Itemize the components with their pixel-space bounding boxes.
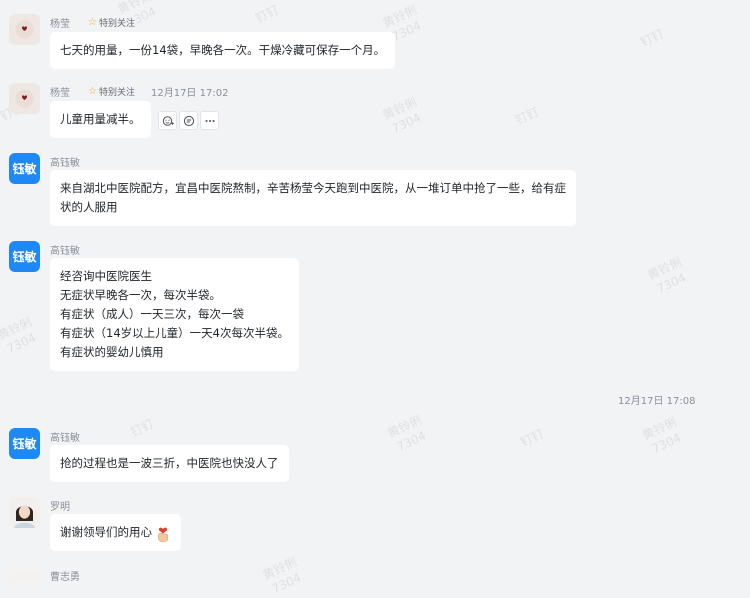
special-follow-tag: ☆ 特别关注 (88, 16, 135, 29)
add-reaction-icon[interactable] (158, 111, 177, 130)
sender-name[interactable]: 高钰敏 (50, 154, 80, 169)
message-text-line: 经咨询中医院医生 (60, 269, 152, 283)
watermark: 黄铃俐 7304 (645, 254, 689, 297)
more-icon[interactable] (200, 111, 219, 130)
avatar[interactable]: 钰敏 (9, 428, 40, 459)
avatar-text: 钰敏 (12, 162, 37, 176)
message-bubble[interactable]: 来自湖北中医院配方，宜昌中医院熬制，辛苦杨莹今天跑到中医院，从一堆订单中抢了一些… (50, 170, 576, 226)
special-follow-tag: ☆ 特别关注 (88, 85, 135, 98)
avatar[interactable] (9, 83, 40, 114)
avatar[interactable]: 钰敏 (9, 153, 40, 184)
message-text-line: 无症状早晚各一次，每次半袋。 (60, 288, 221, 302)
message-text: 谢谢领导们的用心 (60, 525, 152, 539)
message-bubble[interactable]: 儿童用量减半。 (50, 101, 151, 138)
watermark: 钉钉 (253, 2, 281, 26)
star-icon: ☆ (88, 16, 97, 28)
message-text: 抢的过程也是一波三折，中医院也快没人了 (60, 456, 279, 470)
sender-name[interactable]: 高钰敏 (50, 429, 80, 444)
heart-hand-emoji-icon (155, 524, 171, 542)
message-text: 七天的用量，一份14袋，早晚各一次。干燥冷藏可保存一个月。 (60, 43, 386, 57)
message-bubble[interactable]: 谢谢领导们的用心 (50, 514, 181, 551)
message-bubble[interactable]: 七天的用量，一份14袋，早晚各一次。干燥冷藏可保存一个月。 (50, 32, 396, 69)
watermark: 钉钉 (513, 104, 541, 128)
watermark: 黄铃俐 7304 (0, 314, 39, 357)
time-separator: 12月17日 17:08 (618, 396, 696, 407)
sender-row: 罗明 (50, 497, 70, 513)
watermark: 黄铃俐 7304 (260, 554, 304, 597)
sender-name[interactable]: 高钰敏 (50, 242, 80, 257)
watermark: 钉钉 (128, 416, 156, 440)
sender-row: 高钰敏 (50, 241, 80, 257)
message-text-line: 来自湖北中医院配方，宜昌中医院熬制，辛苦杨莹今天跑到中医院，从一堆订单中抢了一些… (60, 181, 566, 195)
message-bubble[interactable]: 经咨询中医院医生 无症状早晚各一次，每次半袋。 有症状（成人）一天三次，每次一袋… (50, 258, 299, 371)
message-text-line: 有症状（成人）一天三次，每次一袋 (60, 307, 244, 321)
avatar[interactable]: 钰敏 (9, 241, 40, 272)
message-text: 儿童用量减半。 (60, 112, 141, 126)
sender-row: 杨莹 ☆ 特别关注 (50, 14, 135, 30)
special-follow-label: 特别关注 (98, 87, 135, 98)
sender-name[interactable]: 杨莹 (50, 15, 70, 30)
watermark: 黄铃俐 7304 (385, 412, 429, 455)
sender-name[interactable]: 罗明 (50, 498, 70, 513)
watermark: 黄铃俐 7304 (380, 94, 424, 137)
message-text-line: 状的人服用 (60, 200, 118, 214)
sender-row: 曹志勇 (50, 567, 80, 583)
star-icon: ☆ (88, 85, 97, 97)
sender-name[interactable]: 杨莹 (50, 84, 70, 99)
message-bubble[interactable]: 抢的过程也是一波三折，中医院也快没人了 (50, 445, 289, 482)
sender-name[interactable]: 曹志勇 (50, 568, 80, 583)
avatar[interactable] (9, 571, 40, 581)
message-text-line: 有症状的婴幼儿慎用 (60, 345, 164, 359)
watermark: 钉钉 (518, 426, 546, 450)
sender-row: 杨莹 ☆ 特别关注 12月17日 17:02 (50, 83, 228, 99)
avatar-text: 钰敏 (12, 250, 37, 264)
avatar-text: 钰敏 (12, 437, 37, 451)
message-time: 12月17日 17:02 (150, 87, 229, 99)
watermark: 钉钉 (638, 26, 666, 50)
message-actions (158, 111, 219, 130)
reply-icon[interactable] (179, 111, 198, 130)
sender-row: 高钰敏 (50, 153, 80, 169)
watermark: 黄铃俐 7304 (640, 414, 684, 457)
sender-row: 高钰敏 (50, 428, 80, 444)
message-text-line: 有症状（14岁以上儿童）一天4次每次半袋。 (60, 326, 289, 340)
avatar[interactable] (9, 14, 40, 45)
special-follow-label: 特别关注 (98, 18, 135, 29)
avatar[interactable] (9, 497, 40, 528)
